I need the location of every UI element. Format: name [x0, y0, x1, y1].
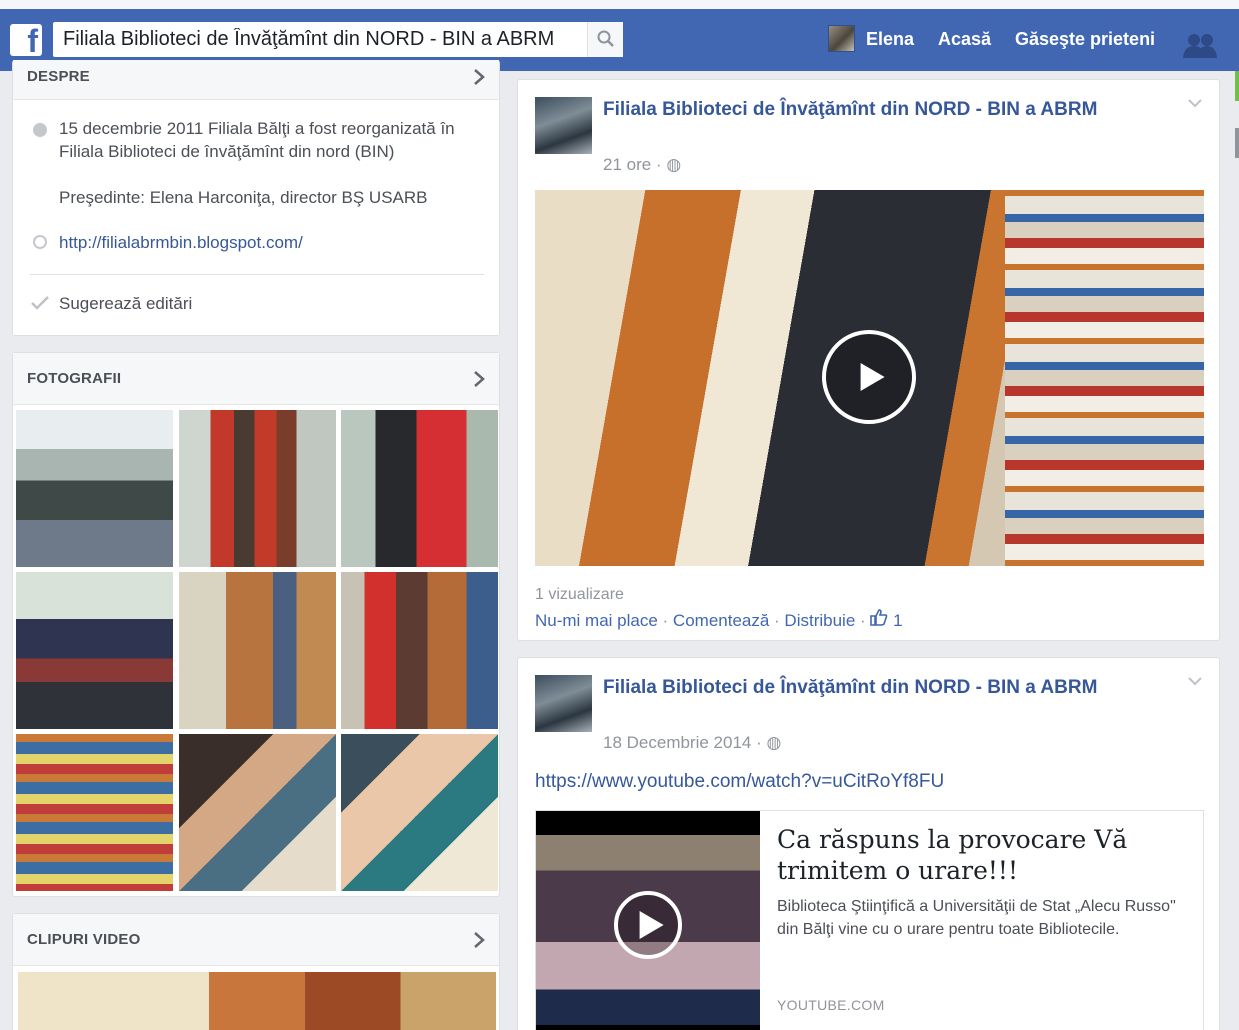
photos-header[interactable]: FOTOGRAFII: [13, 353, 499, 405]
search-input[interactable]: [53, 22, 583, 57]
public-globe-icon: ◍: [666, 155, 682, 174]
photo-thumbnail[interactable]: [341, 410, 498, 567]
about-history: 15 decembrie 2011 Filiala Bălţi a fost r…: [59, 119, 455, 161]
videos-title: CLIPURI VIDEO: [27, 931, 141, 948]
photo-thumbnail[interactable]: [179, 734, 336, 891]
thumbs-up-icon: [870, 609, 888, 626]
chevron-right-icon: [474, 932, 485, 948]
facebook-logo-icon[interactable]: f: [10, 23, 42, 59]
user-avatar: [828, 25, 855, 52]
chevron-down-icon[interactable]: [1187, 98, 1203, 108]
info-icon: [33, 123, 47, 137]
suggest-edits-link[interactable]: Sugerează editări: [59, 292, 192, 315]
video-thumbnail[interactable]: [18, 972, 496, 1030]
home-link[interactable]: Acasă: [938, 29, 991, 50]
link-description: Biblioteca Ştiinţifică a Universităţii d…: [777, 898, 1176, 938]
link-post: Filiala Biblioteci de Învăţămînt din NOR…: [517, 657, 1220, 1030]
post-author-link[interactable]: Filiala Biblioteci de Învăţămînt din NOR…: [603, 674, 1103, 701]
photo-thumbnail[interactable]: [179, 410, 336, 567]
public-globe-icon: ◍: [766, 733, 782, 752]
photo-thumbnail[interactable]: [341, 734, 498, 891]
checkmark-icon: [31, 296, 49, 310]
video-thumbnail[interactable]: [536, 811, 760, 1030]
search-button[interactable]: [587, 22, 623, 57]
photo-thumbnail[interactable]: [179, 572, 336, 729]
photos-title: FOTOGRAFII: [27, 370, 122, 387]
page-avatar[interactable]: [535, 97, 592, 154]
photo-thumbnail[interactable]: [16, 410, 173, 567]
chevron-right-icon: [474, 69, 485, 85]
unlike-link[interactable]: Nu-mi mai place: [535, 611, 658, 630]
about-header[interactable]: DESPRE: [13, 60, 499, 100]
comment-link[interactable]: Comentează: [673, 611, 769, 630]
videos-header[interactable]: CLIPURI VIDEO: [13, 914, 499, 966]
video-player[interactable]: [535, 190, 1204, 566]
link-title[interactable]: Ca răspuns la provocare Vă trimitem o ur…: [777, 824, 1177, 886]
divider: [30, 274, 484, 275]
post-actions: Nu-mi mai place · Comentează · Distribui…: [535, 609, 903, 630]
user-name-link[interactable]: Elena: [866, 29, 914, 50]
search-icon: [597, 30, 614, 47]
status-indicator: [1235, 71, 1239, 101]
post-timestamp[interactable]: 21 ore · ◍: [603, 155, 681, 175]
share-link[interactable]: Distribuie: [784, 611, 855, 630]
profile-link[interactable]: [828, 25, 855, 52]
find-friends-link[interactable]: Găseşte prieteni: [1015, 29, 1155, 50]
about-card: DESPRE 15 decembrie 2011 Filiala Bălţi a…: [12, 60, 500, 336]
videos-card: CLIPURI VIDEO: [12, 913, 500, 1030]
video-post: Filiala Biblioteci de Învăţămînt din NOR…: [517, 79, 1220, 641]
like-count[interactable]: 1: [870, 609, 903, 630]
about-website-link[interactable]: http://filialabrmbin.blogspot.com/: [59, 231, 303, 254]
about-title: DESPRE: [27, 68, 90, 85]
play-button-icon[interactable]: [822, 330, 916, 424]
scrollbar-thumb[interactable]: [1235, 128, 1239, 158]
post-timestamp[interactable]: 18 Decembrie 2014 · ◍: [603, 733, 781, 753]
link-source: YOUTUBE.COM: [777, 997, 885, 1013]
photo-thumbnail[interactable]: [16, 734, 173, 891]
search-box: [53, 22, 623, 57]
link-preview-card[interactable]: Ca răspuns la provocare Vă trimitem o ur…: [535, 810, 1204, 1030]
play-button-icon[interactable]: [614, 891, 682, 959]
page-avatar[interactable]: [535, 675, 592, 732]
friend-requests-icon[interactable]: [1182, 32, 1222, 58]
post-author-link[interactable]: Filiala Biblioteci de Învăţămînt din NOR…: [603, 96, 1103, 123]
view-count: 1 vizualizare: [535, 586, 624, 603]
shared-link-url[interactable]: https://www.youtube.com/watch?v=uCitRoYf…: [535, 771, 944, 793]
about-president: Preşedinte: Elena Harconiţa, director BŞ…: [59, 188, 428, 207]
photo-thumbnail[interactable]: [16, 572, 173, 729]
chevron-right-icon: [474, 371, 485, 387]
chevron-down-icon[interactable]: [1187, 676, 1203, 686]
photo-thumbnail[interactable]: [341, 572, 498, 729]
website-icon: [33, 235, 47, 249]
